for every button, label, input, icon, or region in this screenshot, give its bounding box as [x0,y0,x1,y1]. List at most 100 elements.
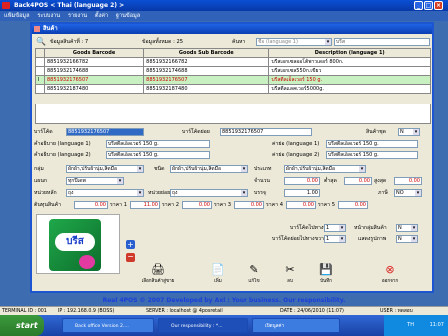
group-select[interactable]: ผักผ้า,ปรับผ้านุ่ม,สิ้ดมือ [66,165,144,173]
set-product-select[interactable]: N [398,128,420,136]
pack-input[interactable]: 1.00 [284,189,320,197]
flower-graphic [79,255,95,269]
edit-label: แก้ไข [248,279,260,284]
taskbar-item-backoffice[interactable]: Back office Version 2.... [62,318,154,333]
col-header-description[interactable]: Description (language 1) [268,48,431,58]
add-image-button[interactable]: + [126,240,135,249]
start-label: start [16,321,38,330]
barcode-input[interactable]: 8851932176507 [66,128,144,136]
group-label: กลุ่ม [34,166,44,172]
language-indicator[interactable]: TH [407,322,414,328]
category-select[interactable]: ผักผ้า,ปรับผ้านุ่ม,สิ้ดมือ [284,165,366,173]
desc1-input[interactable]: บรีสตีลเอ็ลเวอร์ 150 g. [106,140,210,148]
min-input[interactable]: 0.00 [344,177,372,185]
opt2-label: บาร์โค้ดย่อยไปทางขวา [272,236,324,242]
cost-label: ต้นทุนสินค้า [34,202,61,208]
footer-text: Real 4POS © 2007 Developed by Axl : Your… [102,297,346,304]
opt1b-select[interactable]: N [396,224,418,232]
row-marker: I [35,75,45,85]
table-row[interactable]: 8851932174688 8851932174688 บรีสเอกเซล550ก… [35,66,431,76]
delete-button[interactable]: ✂ ลบ [272,264,308,290]
taskbar-item-responsibility[interactable]: Our responsibility : *... [158,318,248,333]
cell-barcode: 8851932166782 [43,57,145,67]
tax-select[interactable]: NO [394,189,422,197]
subunit-select[interactable]: ถุง [170,189,248,197]
add-label: เพิ่ม [214,279,222,284]
product-package: บรีส [49,219,101,271]
cell-barcode: 8851932174688 [43,66,145,76]
opt1b-label: หน้ากลุ่มสินค้า [354,225,387,231]
short2-input[interactable]: บรีสตีลเอ็ลเวอร์ 150 g. [326,151,418,159]
clock: 11:07 [429,322,444,328]
price1-label: ราคา 1 [110,202,128,208]
product-window: สินค้า 🔍 ข้อมูลสินค้าที่ : 7 ข้อมูลทั้งห… [30,22,434,293]
remove-image-button[interactable]: − [126,253,135,262]
search-icon[interactable]: 🔍 [36,37,46,46]
short1-input[interactable]: บรีสตีลเอ็ลเวอร์ 150 g. [326,140,418,148]
window-title-bar: Back4POS < Thai (language 2) > _ □ × [0,0,448,11]
record-count: ข้อมูลสินค้าที่ : 7 [50,39,89,45]
taskbar-item-label: Our responsibility : *... [171,324,223,329]
table-row-selected[interactable]: I 8851932176507 8851932176507 บรีสตีลเอ็ลเว… [35,75,431,85]
cell-description: บรีสเอกเซลออโต้พาวเดอร์ 800ก. [268,57,431,67]
dept-select[interactable]: ทุกปีเดพ [66,177,124,185]
min-label: ต่ำสุด [324,178,337,184]
price2-label: ราคา 2 [162,202,180,208]
opt1-select[interactable]: 1 [324,224,346,232]
menu-database[interactable]: ฐานข้อมูล [116,13,140,19]
taskbar-item-label: เปิดนูลค่า [265,324,285,329]
save-label: บันทึก [320,279,332,284]
opt2b-select[interactable]: N [396,235,418,243]
add-button[interactable]: 📄 เพิ่ม [200,264,236,290]
price4-input[interactable]: 0.00 [286,201,316,209]
table-row[interactable]: 8851932187480 8851932187480 บรีสตีลแลคเวอร… [35,84,431,94]
subbarcode-label: บาร์โค้ดย่อย [182,129,210,135]
unit-select[interactable]: ถุง [66,189,144,197]
col-header-subbarcode[interactable]: Goods Sub Barcode [143,48,270,58]
type-select[interactable]: ผักผ้า,ปรับผ้านุ่ม,สิ้ดมือ [170,165,248,173]
save-icon: 💾 [319,263,333,276]
save-button[interactable]: 💾 บันทึก [308,264,344,290]
short2-label: ค่าย่อ (language 2) [272,152,320,158]
window-title: Back4POS < Thai (language 2) > [14,2,125,9]
taskbar-item-folder[interactable]: เปิดนูลค่า [252,318,340,333]
start-button[interactable]: start [0,315,44,336]
menu-report[interactable]: รายงาน [68,13,87,19]
maximize-button[interactable]: □ [424,1,433,10]
record-total: ข้อมูลทั้งหมด : 25 [142,39,184,45]
cell-subbarcode: 8851932176507 [143,75,270,85]
grid-empty-area [35,104,431,124]
product-grid[interactable]: Goods Barcode Goods Sub Barcode Descriptio… [35,48,431,94]
menu-file[interactable]: แฟ้มข้อมูล [4,13,30,19]
desc2-input[interactable]: บรีสตีลเอ็ลเวอร์ 150 g. [106,151,210,159]
price5-input[interactable]: 0.00 [338,201,368,209]
opt2-select[interactable]: 1 [324,235,346,243]
system-tray: TH 11:07 [384,315,448,336]
exit-button[interactable]: ⊗ ออกจาก [372,264,408,290]
unit-label: หน่วยหลัก [34,190,57,196]
price2-input[interactable]: 0.00 [182,201,212,209]
menu-system[interactable]: ระบบงาน [37,13,60,19]
cell-description: บรีสตีลเอ็ลเวอร์ 150 g. [268,75,431,85]
price1-input[interactable]: 11.00 [130,201,160,209]
search-field-select[interactable]: ชื่อ (language 1) [256,38,332,46]
cell-subbarcode: 8851932174688 [143,66,270,76]
menu-settings[interactable]: ตั้งค่า [95,13,108,19]
subbarcode-input[interactable]: 8851932176507 [220,128,312,136]
close-button[interactable]: × [434,1,443,10]
cost-input[interactable]: 0.00 [74,201,108,209]
opt2b-label: แสดงรูปภาพ [358,236,387,242]
search-input[interactable]: บรีส [334,38,430,46]
edit-button[interactable]: ✎ แก้ไข [236,264,272,290]
price3-input[interactable]: 0.00 [234,201,264,209]
col-header-barcode[interactable]: Goods Barcode [43,48,145,58]
cell-barcode: 8851932187480 [43,84,145,94]
max-input[interactable]: 0.00 [394,177,422,185]
select-product-button[interactable]: 🖨 เลือกสินค้าสู่ขาย [140,264,176,290]
minimize-button[interactable]: _ [414,1,423,10]
qty-input[interactable]: 0.00 [284,177,320,185]
category-label: ประเภท [254,166,272,172]
product-window-title: สินค้า [43,26,58,32]
table-row[interactable]: 8851932166782 8851932166782 บรีสเอกเซลออโต… [35,57,431,67]
dept-label: แผนก [34,178,48,184]
